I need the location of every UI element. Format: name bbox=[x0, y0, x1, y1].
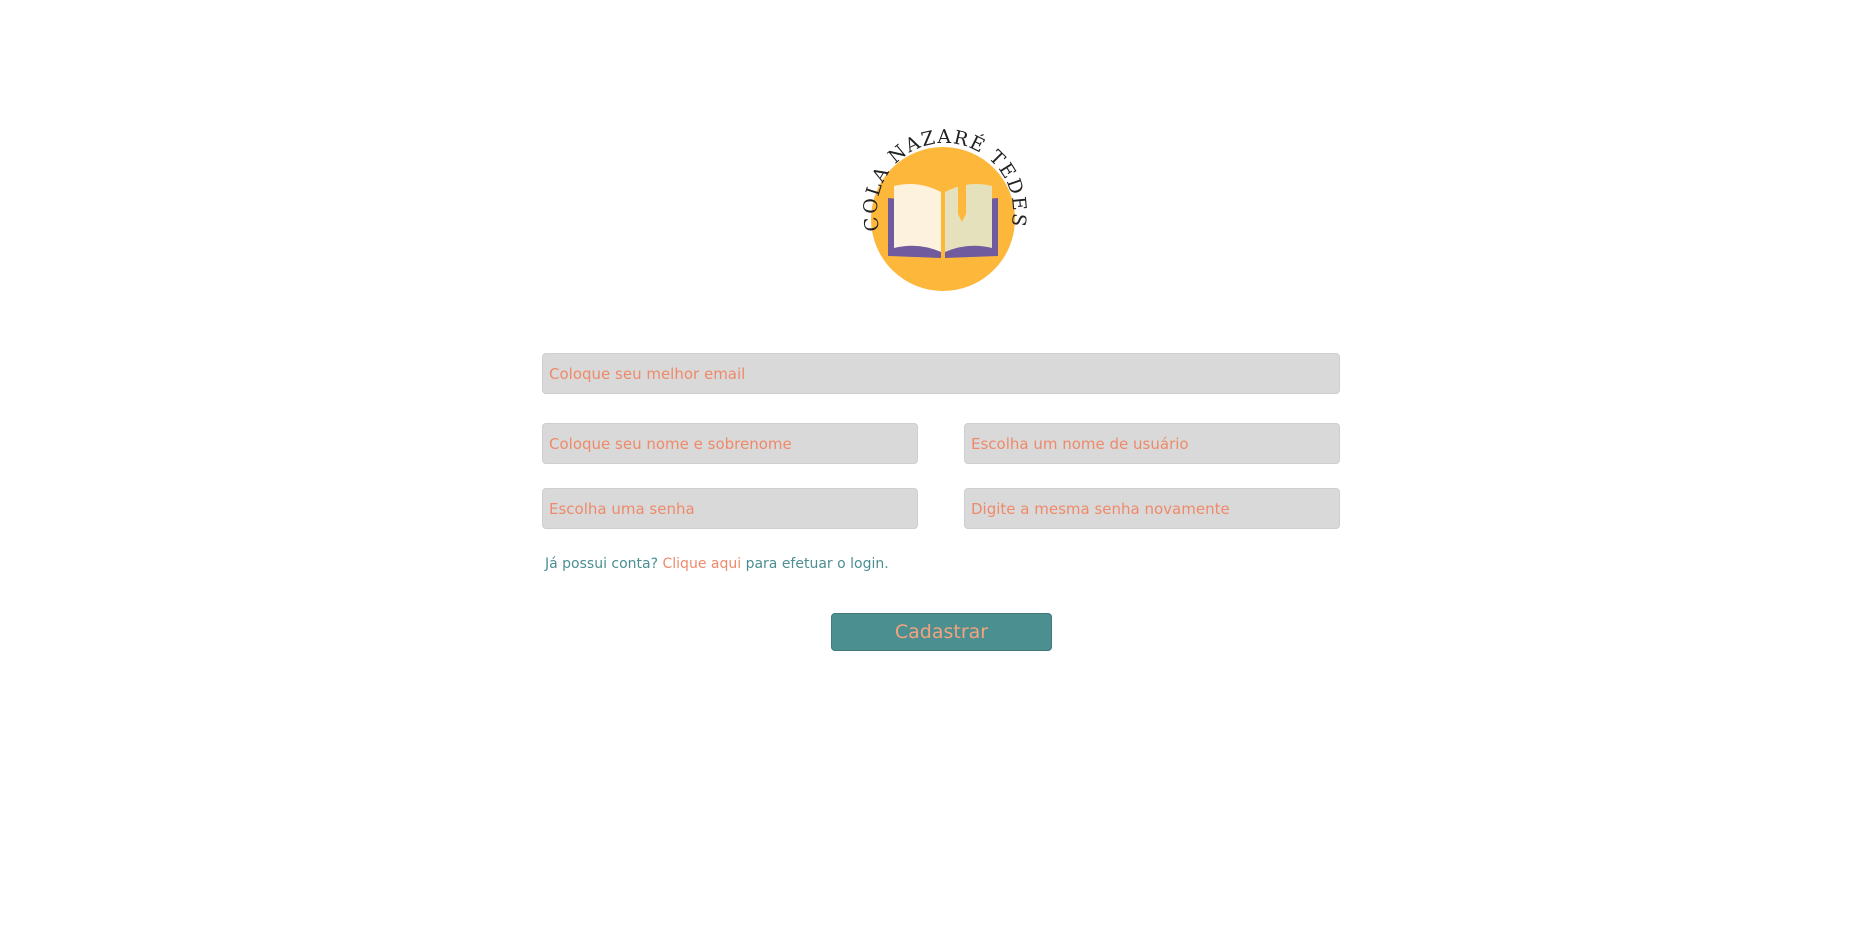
login-hint-prefix: Já possui conta? bbox=[545, 556, 659, 572]
password-confirm-input[interactable] bbox=[964, 488, 1340, 529]
password-input[interactable] bbox=[542, 488, 918, 529]
full-name-input[interactable] bbox=[542, 423, 918, 464]
login-hint: Já possui conta? Clique aqui para efetua… bbox=[545, 556, 889, 572]
signup-button[interactable]: Cadastrar bbox=[831, 613, 1052, 651]
signup-page: ESCOLA NAZARÉ TEDESCO Já possui conta? C… bbox=[0, 0, 1873, 934]
username-input[interactable] bbox=[964, 423, 1340, 464]
school-logo: ESCOLA NAZARÉ TEDESCO bbox=[858, 126, 1028, 291]
login-hint-suffix: para efetuar o login. bbox=[745, 556, 889, 572]
login-link[interactable]: Clique aqui bbox=[663, 556, 742, 572]
email-input[interactable] bbox=[542, 353, 1340, 394]
